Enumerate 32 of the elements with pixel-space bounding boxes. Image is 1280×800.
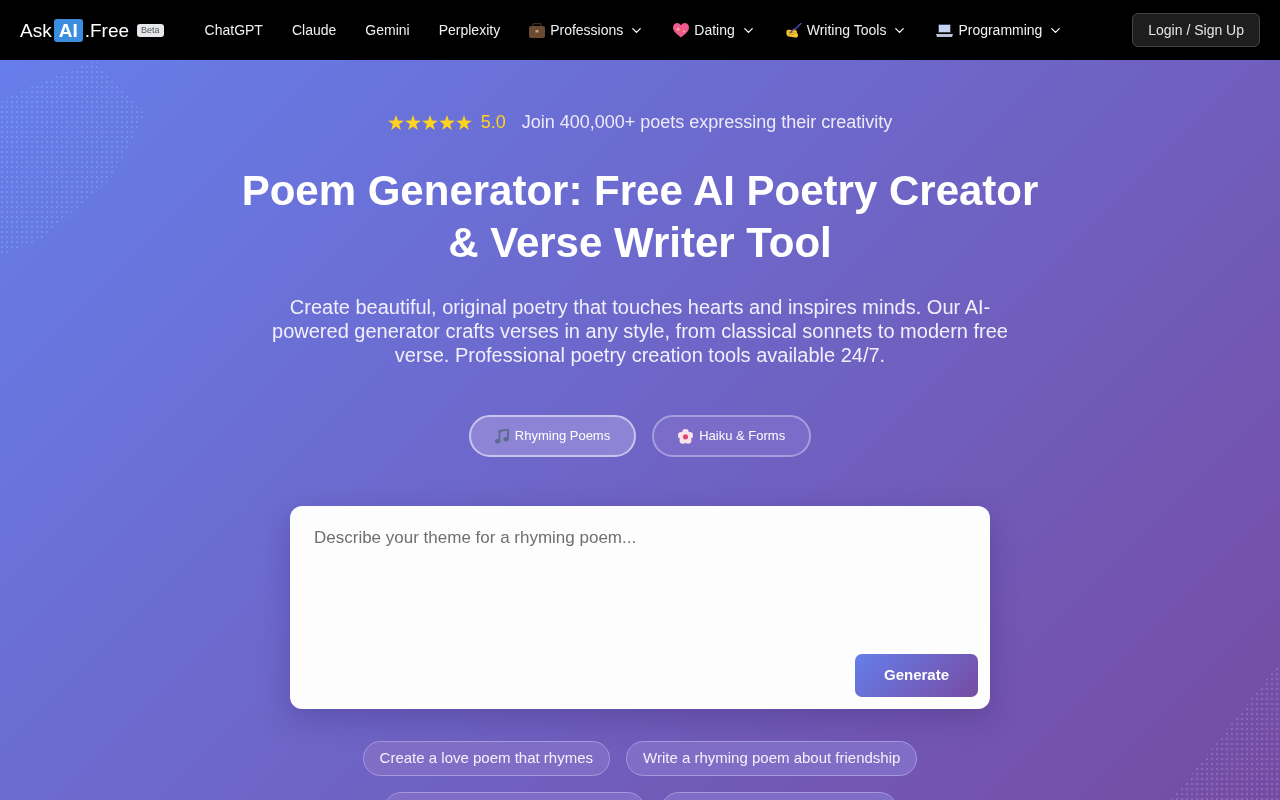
beta-badge: Beta	[137, 23, 164, 37]
suggestion-chip[interactable]: Create a love poem that rhymes	[362, 741, 611, 776]
rating-score: 5.0	[480, 110, 506, 134]
nav-dropdown[interactable]: Writing Tools	[784, 19, 908, 41]
tagline: Join 400,000+ poets expressing their creativity	[521, 110, 893, 134]
nav-link[interactable]: Perplexity	[438, 19, 501, 41]
page-subtitle: Create beautiful, original poetry that touches hearts and inspires minds. Our AI-powered generator crafts verses in any style, from classical sonnets to modern free verse. Professional poetry creation tools available 24/7.	[271, 295, 1009, 367]
mode-tab[interactable]: Haiku & Forms	[652, 415, 812, 457]
login-button[interactable]: Login / Sign Up	[1132, 13, 1260, 47]
generate-button[interactable]: Generate	[855, 654, 978, 697]
star-icon	[438, 114, 455, 130]
briefcase-icon	[529, 22, 546, 38]
nav-dropdown[interactable]: Professions	[529, 19, 645, 41]
sparkling-heart-icon	[673, 22, 690, 38]
writing-hand-icon	[784, 22, 802, 38]
page-title: Poem Generator: Free AI Poetry Creator & Verse Writer Tool	[240, 166, 1040, 268]
blossom-icon	[678, 428, 694, 444]
nav-dropdown[interactable]: Dating	[673, 19, 756, 41]
nav-link[interactable]: ChatGPT	[204, 19, 263, 41]
laptop-icon	[936, 23, 954, 37]
star-icon	[404, 114, 421, 130]
star-icon	[421, 114, 438, 130]
nav-dropdown[interactable]: Programming	[936, 19, 1064, 41]
star-icon	[387, 114, 404, 130]
prompt-input-box[interactable]: Describe your theme for a rhyming poem... Generate	[290, 506, 990, 709]
suggestion-chip[interactable]: Write a rhyming poem about friendship	[626, 741, 918, 776]
prompt-field[interactable]: Describe your theme for a rhyming poem...	[290, 506, 990, 654]
nav-link[interactable]: Claude	[291, 19, 337, 41]
star-icon	[455, 114, 472, 130]
site-logo[interactable]: Ask AI .Free	[20, 18, 130, 42]
music-note-icon	[494, 428, 509, 444]
nav-link[interactable]: Gemini	[365, 19, 410, 41]
